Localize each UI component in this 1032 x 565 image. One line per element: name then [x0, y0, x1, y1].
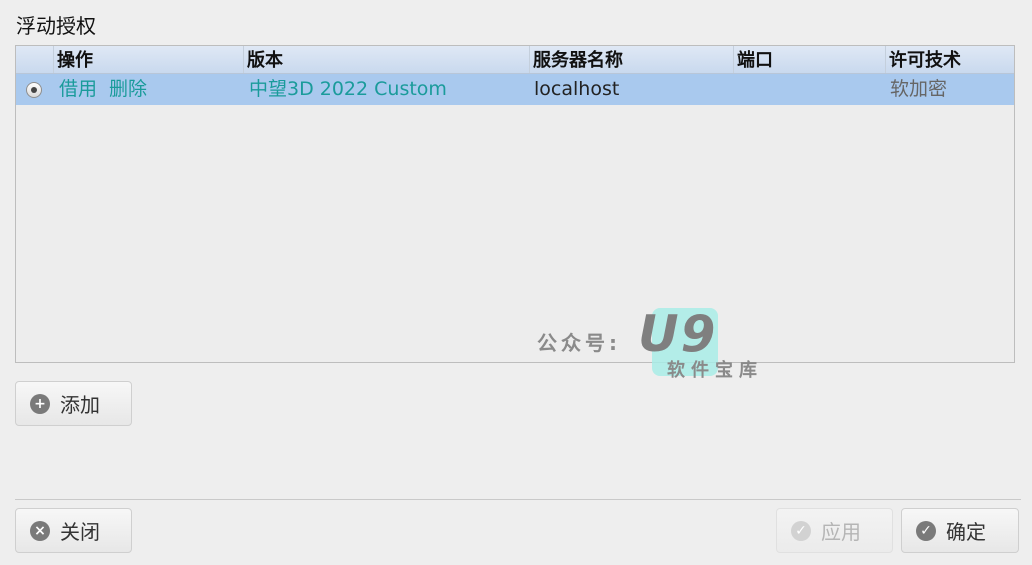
- ok-button[interactable]: ✓ 确定: [901, 508, 1019, 553]
- check-circle-icon: ✓: [916, 520, 936, 541]
- license-tech-cell: 软加密: [890, 78, 948, 100]
- watermark-sub: 软件宝库: [667, 360, 763, 381]
- header-select-column: [16, 46, 53, 73]
- check-circle-icon: ✓: [791, 520, 811, 541]
- close-button-label: 关闭: [60, 520, 100, 544]
- table-row[interactable]: 借用 删除 中望3D 2022 Custom localhost 软加密: [16, 74, 1014, 105]
- watermark: 公众号: U9 软件宝库: [537, 305, 767, 385]
- header-port[interactable]: 端口: [733, 46, 885, 73]
- license-table: 操作 版本 服务器名称 端口 许可技术 借用 删除 中望3D 2022 Cust…: [15, 45, 1015, 363]
- watermark-brand: U9: [638, 305, 718, 363]
- header-actions[interactable]: 操作: [53, 46, 243, 73]
- header-server-name[interactable]: 服务器名称: [529, 46, 733, 73]
- add-button[interactable]: + 添加: [15, 381, 132, 426]
- watermark-prefix: 公众号:: [537, 331, 621, 355]
- version-cell: 中望3D 2022 Custom: [249, 78, 447, 100]
- header-license-tech[interactable]: 许可技术: [885, 46, 1014, 73]
- apply-button[interactable]: ✓ 应用: [776, 508, 893, 553]
- header-version[interactable]: 版本: [243, 46, 529, 73]
- delete-link[interactable]: 删除: [109, 74, 147, 105]
- dialog-title: 浮动授权: [16, 14, 96, 38]
- table-header: 操作 版本 服务器名称 端口 许可技术: [16, 46, 1014, 74]
- close-button[interactable]: × 关闭: [15, 508, 132, 553]
- ok-button-label: 确定: [946, 520, 986, 544]
- row-select-radio[interactable]: [26, 82, 42, 98]
- borrow-link[interactable]: 借用: [59, 74, 97, 105]
- server-name-cell: localhost: [534, 78, 620, 100]
- footer-divider: [15, 499, 1021, 500]
- x-circle-icon: ×: [30, 520, 50, 541]
- apply-button-label: 应用: [821, 520, 861, 544]
- add-button-label: 添加: [60, 393, 100, 417]
- plus-circle-icon: +: [30, 393, 50, 414]
